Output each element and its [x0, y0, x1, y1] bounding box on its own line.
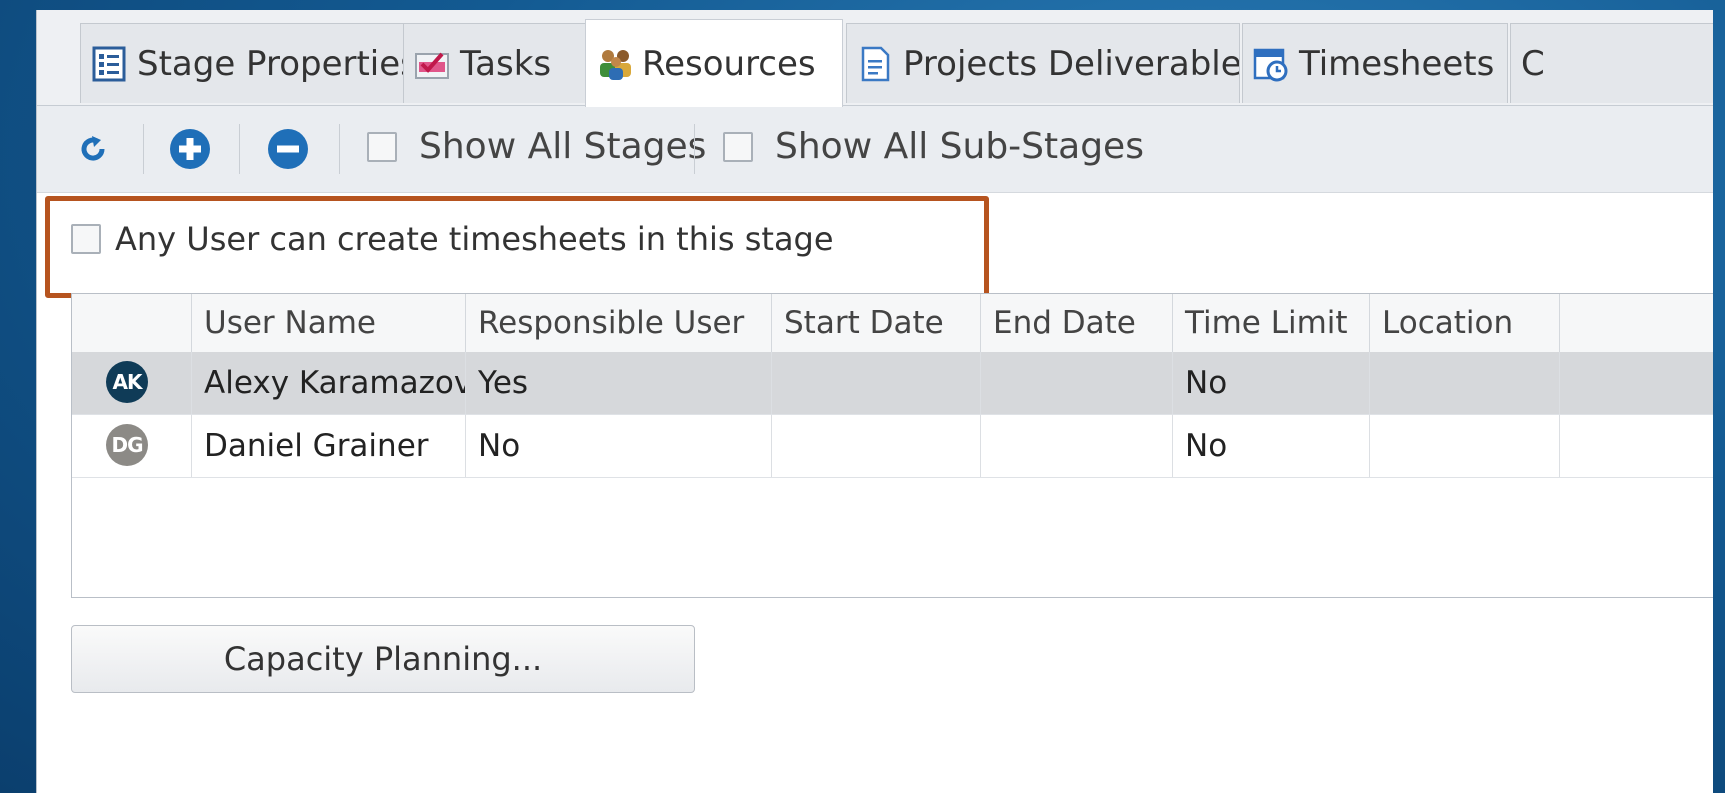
avatar-column-header	[72, 294, 192, 352]
toolbar: Show All Stages Show All Sub-Stages	[37, 106, 1713, 193]
tab-tasks[interactable]: Tasks	[403, 23, 589, 103]
show-all-substages-checkbox[interactable]: Show All Sub-Stages	[723, 126, 1144, 167]
tab-projects-deliverables[interactable]: Projects Deliverables	[846, 23, 1240, 103]
stage-properties-icon	[91, 46, 127, 82]
checkbox[interactable]	[723, 131, 753, 162]
tab-label: C	[1521, 43, 1545, 84]
avatar-cell: DG	[72, 415, 192, 477]
remove-icon	[268, 129, 308, 169]
show-all-stages-checkbox[interactable]: Show All Stages	[367, 126, 706, 167]
avatar-cell: AK	[72, 352, 192, 414]
show-all-stages-label: Show All Stages	[419, 126, 707, 167]
timesheets-icon	[1253, 46, 1289, 82]
tab-label: Projects Deliverables	[903, 43, 1240, 84]
column-header-responsible-user[interactable]: Responsible User	[466, 294, 772, 352]
responsible-user-cell: Yes	[466, 352, 772, 414]
any-user-checkbox[interactable]: Any User can create timesheets in this s…	[71, 220, 834, 258]
deliverables-icon	[857, 46, 893, 82]
responsible-user-cell: No	[466, 415, 772, 477]
column-header-time-limit[interactable]: Time Limit	[1173, 294, 1370, 352]
resources-grid: User Name Responsible User Start Date En…	[71, 293, 1713, 598]
remove-button[interactable]	[267, 128, 309, 170]
add-icon	[170, 129, 210, 169]
checkbox[interactable]	[367, 131, 397, 162]
tab-overflow[interactable]: C	[1510, 23, 1713, 103]
end-date-cell	[981, 352, 1173, 414]
end-date-cell	[981, 415, 1173, 477]
column-header-start-date[interactable]: Start Date	[772, 294, 981, 352]
resources-panel: Any User can create timesheets in this s…	[37, 193, 1713, 793]
tab-timesheets[interactable]: Timesheets	[1242, 23, 1508, 103]
tab-stage-properties[interactable]: Stage Properties	[80, 23, 406, 103]
user-name-cell: Alexy Karamazov	[192, 352, 466, 414]
column-header-end-date[interactable]: End Date	[981, 294, 1173, 352]
time-limit-cell: No	[1173, 352, 1370, 414]
column-header-user-name[interactable]: User Name	[192, 294, 466, 352]
location-cell	[1370, 352, 1560, 414]
avatar: DG	[106, 424, 148, 466]
any-user-label: Any User can create timesheets in this s…	[115, 220, 834, 258]
user-name-cell: Daniel Grainer	[192, 415, 466, 477]
location-cell	[1370, 415, 1560, 477]
tab-label: Timesheets	[1299, 43, 1495, 84]
app-window: Stage Properties Tasks Resources Project…	[36, 10, 1713, 793]
tab-label: Tasks	[460, 43, 552, 84]
start-date-cell	[772, 415, 981, 477]
time-limit-cell: No	[1173, 415, 1370, 477]
tab-label: Resources	[642, 43, 816, 84]
show-all-substages-label: Show All Sub-Stages	[775, 126, 1144, 167]
table-row[interactable]: DG Daniel Grainer No No	[72, 415, 1713, 478]
refresh-icon	[81, 136, 105, 161]
column-header-location[interactable]: Location	[1370, 294, 1560, 352]
avatar: AK	[106, 361, 148, 403]
start-date-cell	[772, 352, 981, 414]
resources-icon	[596, 46, 632, 82]
tab-label: Stage Properties	[137, 43, 406, 84]
refresh-button[interactable]	[75, 130, 111, 166]
capacity-planning-button[interactable]: Capacity Planning...	[71, 625, 695, 693]
grid-header: User Name Responsible User Start Date En…	[72, 294, 1713, 353]
tab-resources[interactable]: Resources	[585, 19, 843, 107]
add-button[interactable]	[169, 128, 211, 170]
checkbox[interactable]	[71, 224, 101, 254]
table-row[interactable]: AK Alexy Karamazov Yes No	[72, 352, 1713, 415]
tab-strip: Stage Properties Tasks Resources Project…	[37, 10, 1713, 107]
tasks-icon	[414, 46, 450, 82]
